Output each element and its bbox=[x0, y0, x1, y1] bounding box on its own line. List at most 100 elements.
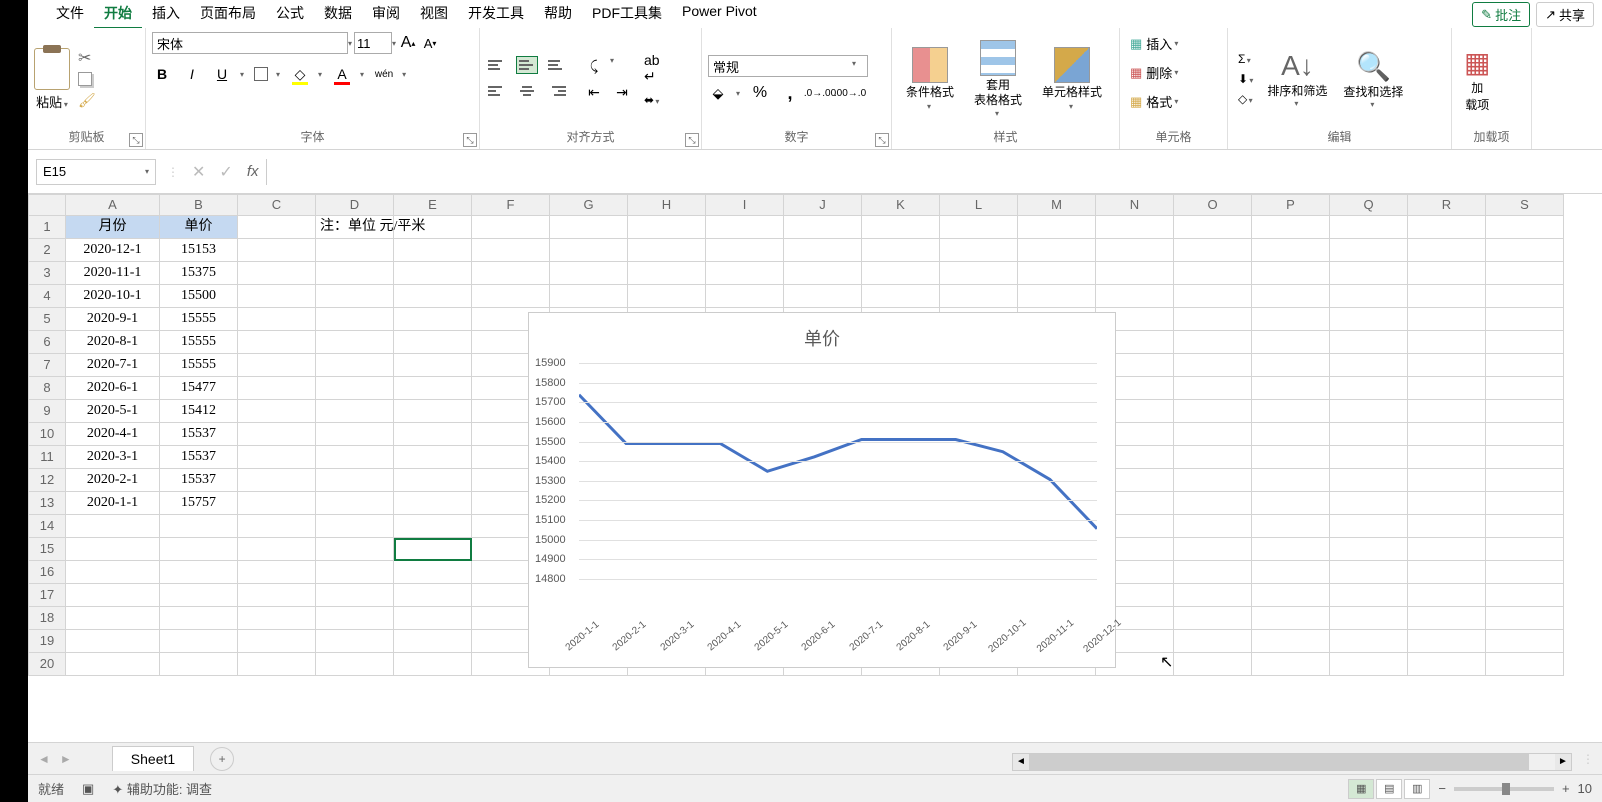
cell-E5[interactable] bbox=[394, 308, 472, 331]
copy-icon[interactable] bbox=[78, 72, 92, 86]
cell-C18[interactable] bbox=[238, 607, 316, 630]
sort-filter-button[interactable]: A↓排序和筛选▾ bbox=[1261, 46, 1333, 112]
cell-R4[interactable] bbox=[1408, 285, 1486, 308]
cell-C1[interactable] bbox=[238, 216, 316, 239]
cell-B2[interactable]: 15153 bbox=[160, 239, 238, 262]
cell-B7[interactable]: 15555 bbox=[160, 354, 238, 377]
cell-S15[interactable] bbox=[1486, 538, 1564, 561]
cell-O5[interactable] bbox=[1174, 308, 1252, 331]
cell-Q3[interactable] bbox=[1330, 262, 1408, 285]
cell-E11[interactable] bbox=[394, 446, 472, 469]
cell-A16[interactable] bbox=[66, 561, 160, 584]
cell-P8[interactable] bbox=[1252, 377, 1330, 400]
cell-I4[interactable] bbox=[706, 285, 784, 308]
name-box[interactable]: E15▾ bbox=[36, 159, 156, 185]
row-header-1[interactable]: 1 bbox=[28, 216, 66, 239]
align-left-icon[interactable] bbox=[486, 82, 508, 100]
cell-E3[interactable] bbox=[394, 262, 472, 285]
comma-icon[interactable]: , bbox=[780, 83, 800, 103]
menu-帮助[interactable]: 帮助 bbox=[534, 0, 582, 30]
cell-R19[interactable] bbox=[1408, 630, 1486, 653]
indent-increase-icon[interactable]: ⇥ bbox=[612, 82, 632, 102]
cell-O1[interactable] bbox=[1174, 216, 1252, 239]
select-all-corner[interactable] bbox=[28, 194, 66, 216]
cell-E18[interactable] bbox=[394, 607, 472, 630]
cell-S14[interactable] bbox=[1486, 515, 1564, 538]
cell-S1[interactable] bbox=[1486, 216, 1564, 239]
cell-H2[interactable] bbox=[628, 239, 706, 262]
cell-D15[interactable] bbox=[316, 538, 394, 561]
cell-F1[interactable] bbox=[472, 216, 550, 239]
cell-O15[interactable] bbox=[1174, 538, 1252, 561]
cell-D12[interactable] bbox=[316, 469, 394, 492]
cell-C10[interactable] bbox=[238, 423, 316, 446]
cell-G3[interactable] bbox=[550, 262, 628, 285]
cell-C3[interactable] bbox=[238, 262, 316, 285]
row-header-7[interactable]: 7 bbox=[28, 354, 66, 377]
cell-O4[interactable] bbox=[1174, 285, 1252, 308]
cell-H3[interactable] bbox=[628, 262, 706, 285]
col-header-P[interactable]: P bbox=[1252, 194, 1330, 216]
cell-A8[interactable]: 2020-6-1 bbox=[66, 377, 160, 400]
cell-B15[interactable] bbox=[160, 538, 238, 561]
fill-color-button[interactable]: ◇ bbox=[290, 64, 310, 84]
cell-E7[interactable] bbox=[394, 354, 472, 377]
cell-Q13[interactable] bbox=[1330, 492, 1408, 515]
cell-C7[interactable] bbox=[238, 354, 316, 377]
row-header-12[interactable]: 12 bbox=[28, 469, 66, 492]
indent-decrease-icon[interactable]: ⇤ bbox=[584, 82, 604, 102]
cell-Q4[interactable] bbox=[1330, 285, 1408, 308]
cell-D11[interactable] bbox=[316, 446, 394, 469]
cell-E13[interactable] bbox=[394, 492, 472, 515]
cell-P2[interactable] bbox=[1252, 239, 1330, 262]
cell-I1[interactable] bbox=[706, 216, 784, 239]
cell-D10[interactable] bbox=[316, 423, 394, 446]
cell-K4[interactable] bbox=[862, 285, 940, 308]
cell-Q9[interactable] bbox=[1330, 400, 1408, 423]
cut-icon[interactable]: ✂ bbox=[78, 48, 96, 66]
cell-S9[interactable] bbox=[1486, 400, 1564, 423]
table-format-button[interactable]: 套用 表格格式▾ bbox=[966, 36, 1030, 122]
cell-P6[interactable] bbox=[1252, 331, 1330, 354]
cell-A10[interactable]: 2020-4-1 bbox=[66, 423, 160, 446]
cell-F3[interactable] bbox=[472, 262, 550, 285]
cell-R18[interactable] bbox=[1408, 607, 1486, 630]
insert-cell-button[interactable]: ▦插入 ▾ bbox=[1126, 32, 1182, 55]
cell-R17[interactable] bbox=[1408, 584, 1486, 607]
cell-D19[interactable] bbox=[316, 630, 394, 653]
decrease-font-icon[interactable]: A▾ bbox=[420, 33, 440, 53]
cell-S6[interactable] bbox=[1486, 331, 1564, 354]
cell-O6[interactable] bbox=[1174, 331, 1252, 354]
zoom-slider[interactable] bbox=[1454, 787, 1554, 791]
cell-P7[interactable] bbox=[1252, 354, 1330, 377]
cell-C15[interactable] bbox=[238, 538, 316, 561]
cell-A12[interactable]: 2020-2-1 bbox=[66, 469, 160, 492]
row-header-3[interactable]: 3 bbox=[28, 262, 66, 285]
cell-P1[interactable] bbox=[1252, 216, 1330, 239]
cell-R6[interactable] bbox=[1408, 331, 1486, 354]
alignment-launcher-icon[interactable]: ⤡ bbox=[685, 133, 699, 147]
cell-O8[interactable] bbox=[1174, 377, 1252, 400]
menu-开始[interactable]: 开始 bbox=[94, 0, 142, 30]
border-button[interactable] bbox=[254, 67, 268, 81]
cell-M3[interactable] bbox=[1018, 262, 1096, 285]
cell-E20[interactable] bbox=[394, 653, 472, 676]
cell-S16[interactable] bbox=[1486, 561, 1564, 584]
cell-L2[interactable] bbox=[940, 239, 1018, 262]
tab-prev-icon[interactable]: ◄ bbox=[38, 752, 50, 766]
cell-E15[interactable] bbox=[394, 538, 472, 561]
cell-H4[interactable] bbox=[628, 285, 706, 308]
cell-P9[interactable] bbox=[1252, 400, 1330, 423]
cell-A13[interactable]: 2020-1-1 bbox=[66, 492, 160, 515]
cell-E9[interactable] bbox=[394, 400, 472, 423]
cell-C11[interactable] bbox=[238, 446, 316, 469]
cell-Q8[interactable] bbox=[1330, 377, 1408, 400]
cell-S20[interactable] bbox=[1486, 653, 1564, 676]
cell-A18[interactable] bbox=[66, 607, 160, 630]
paste-button[interactable]: 粘贴 ▾ bbox=[36, 92, 68, 111]
addins-button[interactable]: ▦加 载项 bbox=[1458, 42, 1496, 117]
zoom-level[interactable]: 10 bbox=[1578, 781, 1592, 796]
menu-插入[interactable]: 插入 bbox=[142, 0, 190, 30]
cell-O2[interactable] bbox=[1174, 239, 1252, 262]
cell-E4[interactable] bbox=[394, 285, 472, 308]
